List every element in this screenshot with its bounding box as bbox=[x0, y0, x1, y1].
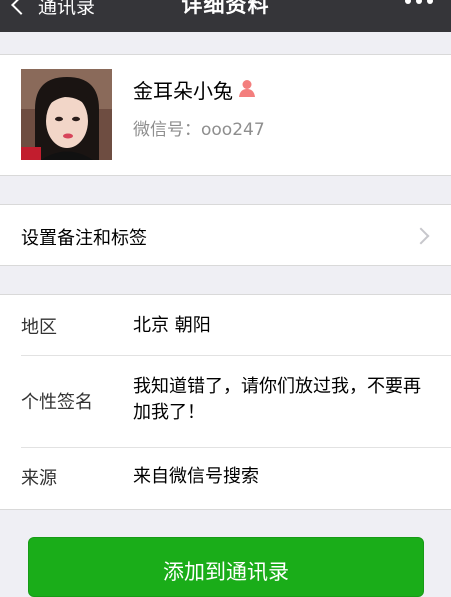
page-title: 详细资料 bbox=[181, 0, 270, 17]
female-icon bbox=[237, 78, 257, 103]
region-value: 北京 朝阳 bbox=[133, 315, 211, 336]
more-dot bbox=[427, 0, 433, 4]
remark-label: 设置备注和标签 bbox=[21, 228, 147, 249]
info-card: 地区 北京 朝阳 个性签名 我知道错了，请你们放过我，不要再加我了！ 来源 来自… bbox=[0, 294, 451, 510]
navigation-bar: 通讯录 详细资料 bbox=[0, 0, 451, 32]
signature-value: 我知道错了，请你们放过我，不要再加我了！ bbox=[133, 376, 421, 423]
chevron-right-icon bbox=[412, 227, 430, 245]
signature-row: 个性签名 我知道错了，请你们放过我，不要再加我了！ bbox=[0, 356, 451, 447]
profile-card: 金耳朵小兔 微信号：ooo247 bbox=[0, 54, 451, 176]
source-value: 来自微信号搜索 bbox=[133, 466, 259, 487]
signature-label: 个性签名 bbox=[21, 392, 93, 413]
source-label: 来源 bbox=[21, 468, 57, 489]
nickname-row: 金耳朵小兔 bbox=[133, 75, 257, 104]
source-row: 来源 来自微信号搜索 bbox=[0, 448, 451, 510]
add-to-contacts-button[interactable]: 添加到通讯录 bbox=[28, 537, 424, 597]
more-dot bbox=[416, 0, 422, 4]
more-icon[interactable] bbox=[405, 0, 433, 4]
nickname: 金耳朵小兔 bbox=[133, 79, 233, 103]
more-dot bbox=[405, 0, 411, 4]
region-label: 地区 bbox=[21, 317, 57, 338]
region-row: 地区 北京 朝阳 bbox=[0, 295, 451, 355]
wechat-id: 微信号：ooo247 bbox=[133, 120, 265, 140]
remark-tag-row[interactable]: 设置备注和标签 bbox=[0, 204, 451, 266]
avatar[interactable] bbox=[21, 69, 112, 160]
